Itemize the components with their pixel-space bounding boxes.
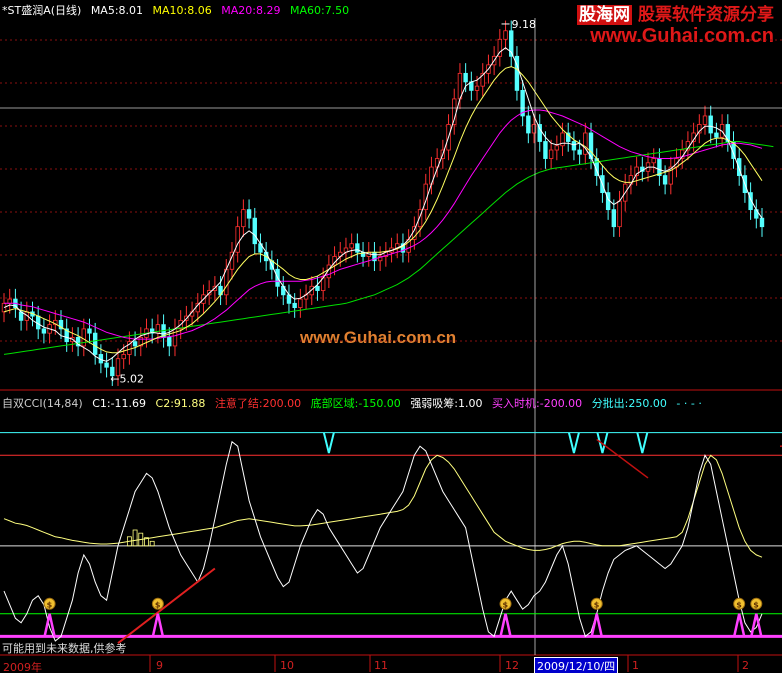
- candle-body: [81, 328, 86, 347]
- buy-signal-spike: [732, 613, 746, 637]
- candle-body: [474, 85, 480, 91]
- candle-body: [708, 115, 713, 134]
- candle-body: [543, 141, 548, 159]
- money-bag-glyph: $: [47, 600, 53, 609]
- stock-chart-window: { "header": { "stock": "*ST盛润A(日线)", "ma…: [0, 0, 782, 673]
- candle-body: [503, 30, 508, 40]
- ma10-line: [3, 66, 763, 354]
- sell-dip-marker: [636, 432, 649, 454]
- money-bag-glyph: $: [753, 600, 759, 609]
- buy-signal-spike: [499, 613, 512, 637]
- candle-body: [463, 72, 468, 83]
- candle-body: [554, 145, 560, 151]
- candle-body: [759, 217, 765, 228]
- x-label-month-12: 12: [505, 659, 519, 672]
- candle-body: [92, 332, 98, 355]
- candle-body: [104, 362, 109, 368]
- candle-body: [292, 302, 297, 309]
- money-bag-glyph: $: [155, 600, 161, 609]
- series-C2-line: [3, 454, 763, 558]
- x-label-month-9: 9: [156, 659, 163, 672]
- x-label-month-2: 2: [742, 659, 749, 672]
- candle-body: [571, 141, 577, 151]
- candle-body: [132, 341, 138, 347]
- ma5-line: [3, 47, 763, 362]
- ma20-line: [4, 109, 763, 340]
- candle-body: [651, 158, 656, 164]
- candle-body: [611, 209, 617, 228]
- strength-bar: [132, 529, 138, 547]
- buy-signal-spike: [43, 613, 56, 637]
- candle-body: [714, 132, 719, 138]
- candle-body: [246, 209, 252, 219]
- money-bag-glyph: $: [503, 600, 509, 609]
- candle-body: [548, 149, 554, 159]
- x-label-month-11: 11: [374, 659, 388, 672]
- candle-body: [349, 243, 354, 249]
- candle-body: [241, 209, 246, 228]
- sell-dip-marker: [567, 432, 580, 454]
- buy-signal-spike: [590, 613, 603, 637]
- chart-canvas[interactable]: 9.18 ←5.02 $ $ $ $ $ $: [0, 0, 782, 673]
- candle-body: [121, 354, 126, 360]
- trend-line-rising: [117, 567, 216, 644]
- money-bag-glyph: $: [736, 600, 742, 609]
- money-bag-glyph: $: [594, 600, 600, 609]
- buy-signal-spike: [750, 613, 763, 637]
- strength-bar: [149, 540, 155, 547]
- candle-body: [702, 115, 708, 125]
- x-label-month-10: 10: [280, 659, 294, 672]
- candle-body: [662, 175, 668, 185]
- candle-body: [526, 115, 531, 134]
- candle-body: [167, 337, 172, 347]
- cursor-date-label: 2009/12/10/四: [534, 657, 619, 673]
- candle-body: [7, 298, 12, 304]
- x-label-month-1: 1: [632, 659, 639, 672]
- future-data-note: 可能用到未来数据,供参考: [2, 642, 127, 655]
- candle-body: [87, 328, 92, 334]
- candle-body: [252, 217, 257, 245]
- candle-body: [315, 285, 320, 291]
- sell-dip-marker: [322, 432, 335, 454]
- buy-signal-spike: [151, 613, 165, 637]
- candle-body: [235, 226, 240, 253]
- x-label-year: 2009年: [3, 661, 42, 673]
- price-low-label: ←5.02: [110, 372, 144, 385]
- candle-body: [298, 298, 303, 309]
- candle-body: [577, 149, 582, 155]
- candle-body: [355, 243, 360, 253]
- candle-body: [617, 200, 622, 228]
- candle-body: [41, 328, 47, 334]
- price-high-label: 9.18: [512, 18, 536, 31]
